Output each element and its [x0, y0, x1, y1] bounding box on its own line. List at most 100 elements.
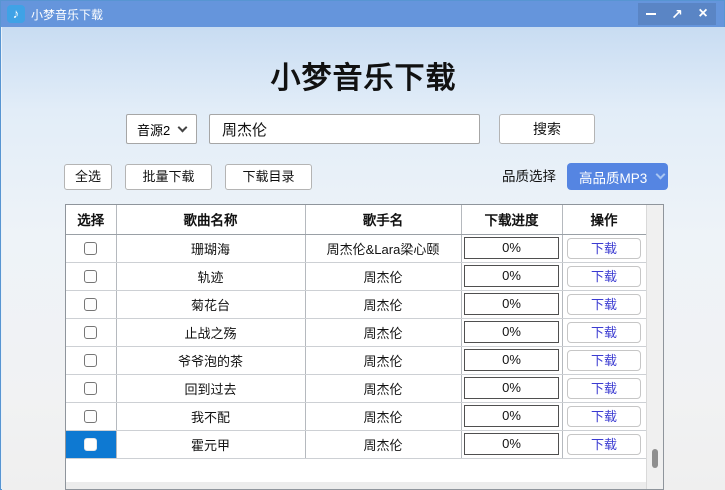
- row-checkbox[interactable]: [84, 269, 98, 283]
- song-name-cell: 止战之殇: [116, 318, 306, 347]
- scrollbar-thumb[interactable]: [652, 449, 658, 468]
- quality-label: 品质选择: [502, 169, 556, 184]
- progress-box: 0%: [464, 237, 559, 259]
- select-cell[interactable]: [66, 234, 117, 263]
- table-row[interactable]: 轨迹 周杰伦 0% 下载: [66, 262, 647, 291]
- select-cell[interactable]: [66, 262, 117, 291]
- progress-box: 0%: [464, 433, 559, 455]
- minimize-button[interactable]: [638, 3, 664, 25]
- progress-cell: 0%: [461, 234, 563, 263]
- column-header-2: 歌手名: [305, 205, 462, 235]
- select-cell[interactable]: [66, 402, 117, 431]
- song-name-cell: 霍元甲: [116, 430, 306, 459]
- maximize-icon: ↗: [671, 5, 683, 22]
- table-row[interactable]: 霍元甲 周杰伦 0% 下载: [66, 430, 647, 459]
- row-checkbox[interactable]: [84, 409, 98, 423]
- table-row[interactable]: 止战之殇 周杰伦 0% 下载: [66, 318, 647, 347]
- vertical-scrollbar[interactable]: [646, 205, 663, 489]
- action-cell: 下载: [562, 234, 647, 263]
- minimize-icon: [646, 13, 656, 15]
- row-checkbox[interactable]: [84, 297, 98, 311]
- progress-cell: 0%: [461, 374, 563, 403]
- table-row[interactable]: 菊花台 周杰伦 0% 下载: [66, 290, 647, 319]
- artist-cell: 周杰伦: [305, 374, 462, 403]
- source-select-value: 音源2: [137, 122, 171, 138]
- batch-download-button[interactable]: 批量下载: [125, 164, 212, 190]
- download-button[interactable]: 下载: [567, 265, 641, 287]
- table-row[interactable]: 爷爷泡的茶 周杰伦 0% 下载: [66, 346, 647, 375]
- table-header-row: 选择 歌曲名称 歌手名 下载进度 操作: [66, 205, 647, 235]
- progress-box: 0%: [464, 377, 559, 399]
- progress-cell: 0%: [461, 290, 563, 319]
- search-input[interactable]: [209, 114, 480, 144]
- action-cell: 下载: [562, 430, 647, 459]
- download-button[interactable]: 下载: [567, 349, 641, 371]
- table-row[interactable]: 回到过去 周杰伦 0% 下载: [66, 374, 647, 403]
- horizontal-scrollbar[interactable]: [66, 482, 648, 489]
- select-cell[interactable]: [66, 318, 117, 347]
- song-name-cell: 珊瑚海: [116, 234, 306, 263]
- progress-box: 0%: [464, 321, 559, 343]
- download-button[interactable]: 下载: [567, 293, 641, 315]
- song-name-cell: 爷爷泡的茶: [116, 346, 306, 375]
- artist-cell: 周杰伦: [305, 346, 462, 375]
- action-cell: 下载: [562, 402, 647, 431]
- close-button[interactable]: ×: [690, 3, 716, 25]
- download-button[interactable]: 下载: [567, 405, 641, 427]
- select-cell[interactable]: [66, 290, 117, 319]
- artist-cell: 周杰伦: [305, 430, 462, 459]
- artist-cell: 周杰伦: [305, 318, 462, 347]
- action-cell: 下载: [562, 374, 647, 403]
- close-icon: ×: [698, 5, 708, 22]
- select-cell[interactable]: [66, 346, 117, 375]
- download-button[interactable]: 下载: [567, 377, 641, 399]
- progress-box: 0%: [464, 265, 559, 287]
- chevron-down-icon: [655, 169, 666, 180]
- quality-select-value: 高品质MP3: [579, 170, 648, 186]
- action-cell: 下载: [562, 290, 647, 319]
- window-title: 小梦音乐下载: [31, 7, 104, 22]
- download-directory-button[interactable]: 下载目录: [225, 164, 312, 190]
- table-row[interactable]: 珊瑚海 周杰伦&Lara梁心颐 0% 下载: [66, 234, 647, 263]
- progress-box: 0%: [464, 293, 559, 315]
- download-button[interactable]: 下载: [567, 433, 641, 455]
- column-header-3: 下载进度: [461, 205, 563, 235]
- app-window: ♪ 小梦音乐下载 ↗ × 小梦音乐下载 音源2 搜索 全选 批量下载 下载目录 …: [0, 0, 725, 490]
- song-name-cell: 菊花台: [116, 290, 306, 319]
- action-cell: 下载: [562, 346, 647, 375]
- window-controls: ↗ ×: [638, 3, 716, 25]
- progress-cell: 0%: [461, 430, 563, 459]
- action-cell: 下载: [562, 262, 647, 291]
- artist-cell: 周杰伦: [305, 262, 462, 291]
- download-button[interactable]: 下载: [567, 321, 641, 343]
- song-name-cell: 回到过去: [116, 374, 306, 403]
- action-cell: 下载: [562, 318, 647, 347]
- song-grid: 选择 歌曲名称 歌手名 下载进度 操作 珊瑚海 周杰伦&Lara梁心颐 0% 下载 轨迹 周杰伦 0…: [65, 204, 664, 490]
- chevron-down-icon: [177, 122, 188, 132]
- search-button[interactable]: 搜索: [499, 114, 595, 144]
- select-cell[interactable]: [66, 374, 117, 403]
- column-header-1: 歌曲名称: [116, 205, 306, 235]
- row-checkbox[interactable]: [84, 353, 98, 367]
- row-checkbox[interactable]: [84, 437, 98, 451]
- song-name-cell: 轨迹: [116, 262, 306, 291]
- page-title: 小梦音乐下载: [270, 62, 457, 95]
- song-table-body: 珊瑚海 周杰伦&Lara梁心颐 0% 下载 轨迹 周杰伦 0% 下载 菊花台 周杰伦 0% 下载 止战之…: [66, 234, 647, 459]
- row-checkbox[interactable]: [84, 381, 98, 395]
- main-content: 小梦音乐下载 音源2 搜索 全选 批量下载 下载目录 品质选择 高品质MP3 选…: [2, 27, 725, 490]
- select-cell[interactable]: [66, 430, 117, 459]
- download-button[interactable]: 下载: [567, 237, 641, 259]
- progress-cell: 0%: [461, 402, 563, 431]
- progress-box: 0%: [464, 405, 559, 427]
- artist-cell: 周杰伦: [305, 402, 462, 431]
- row-checkbox[interactable]: [84, 241, 98, 255]
- table-row[interactable]: 我不配 周杰伦 0% 下载: [66, 402, 647, 431]
- quality-select[interactable]: 高品质MP3: [567, 163, 668, 190]
- progress-cell: 0%: [461, 346, 563, 375]
- maximize-button[interactable]: ↗: [664, 3, 690, 25]
- artist-cell: 周杰伦: [305, 290, 462, 319]
- source-select[interactable]: 音源2: [126, 114, 197, 144]
- row-checkbox[interactable]: [84, 325, 98, 339]
- select-all-button[interactable]: 全选: [64, 164, 112, 190]
- progress-cell: 0%: [461, 262, 563, 291]
